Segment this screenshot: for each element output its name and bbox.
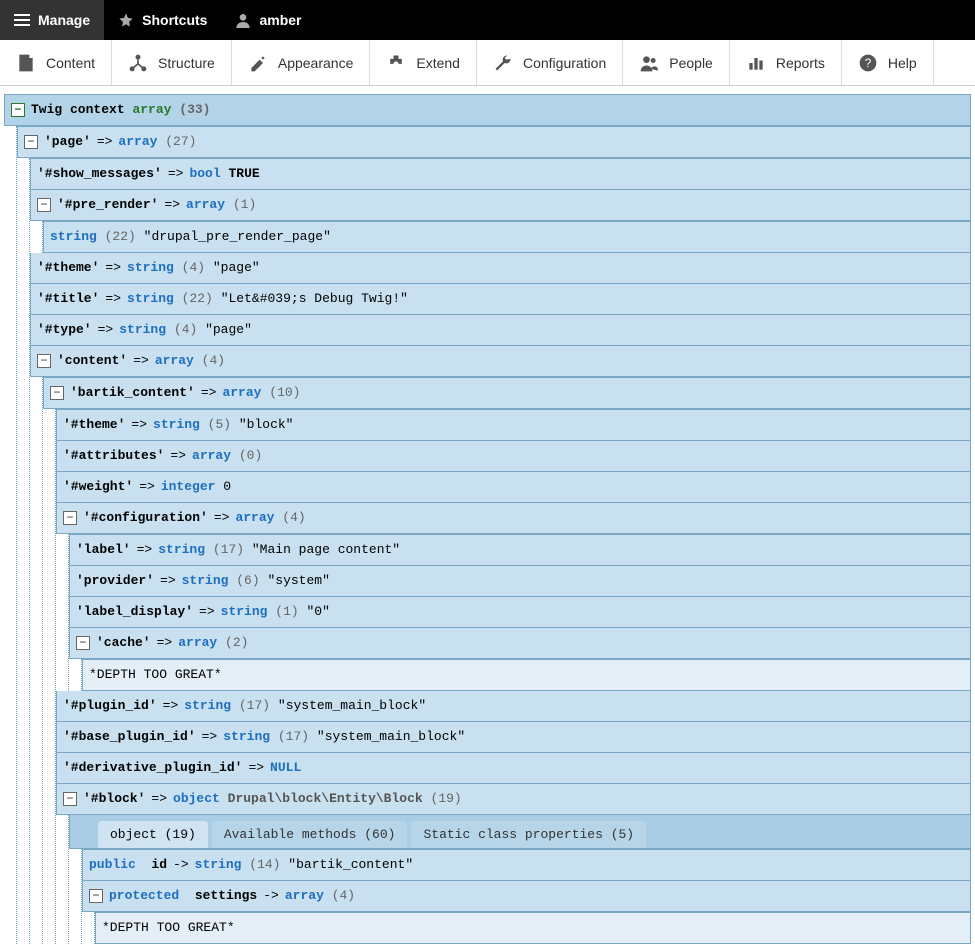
attributes-row: '#attributes'=> array (0) xyxy=(56,441,971,472)
user-label: amber xyxy=(259,12,301,28)
shortcuts-label: Shortcuts xyxy=(142,12,207,28)
topbar: Manage Shortcuts amber xyxy=(0,0,975,40)
svg-text:?: ? xyxy=(865,57,872,70)
extend-label: Extend xyxy=(416,55,460,71)
appearance-icon xyxy=(248,53,268,73)
help-icon: ? xyxy=(858,53,878,73)
collapse-icon[interactable]: − xyxy=(37,354,51,368)
collapse-icon[interactable]: − xyxy=(24,135,38,149)
root-count: (33) xyxy=(179,99,210,121)
configuration-link[interactable]: Configuration xyxy=(477,40,623,85)
structure-icon xyxy=(128,53,148,73)
cfg-labeldisp-row: 'label_display'=> string (1) "0" xyxy=(69,597,971,628)
people-label: People xyxy=(669,55,713,71)
pre-render-row[interactable]: − '#pre_render'=> array (1) xyxy=(30,190,971,221)
people-icon xyxy=(639,53,659,73)
adminbar: Content Structure Appearance Extend Conf… xyxy=(0,40,975,86)
people-link[interactable]: People xyxy=(623,40,730,85)
collapse-icon[interactable]: − xyxy=(11,103,25,117)
root-label: Twig context xyxy=(31,99,125,121)
manage-menu[interactable]: Manage xyxy=(0,0,104,40)
config-row[interactable]: − '#configuration'=> array (4) xyxy=(56,503,971,534)
base-plugin-id-row: '#base_plugin_id'=> string (17) "system_… xyxy=(56,722,971,753)
plugin-id-row: '#plugin_id'=> string (17) "system_main_… xyxy=(56,691,971,722)
obj-id-row: public id -> string (14) "bartik_content… xyxy=(82,849,971,881)
star-icon xyxy=(118,12,134,28)
derivative-row: '#derivative_plugin_id'=> NULL xyxy=(56,753,971,784)
page-row[interactable]: − 'page'=> array (27) xyxy=(17,126,971,158)
theme-row: '#theme'=> string (4) "page" xyxy=(30,253,971,284)
root-row[interactable]: − Twig context array (33) xyxy=(4,94,971,126)
reports-label: Reports xyxy=(776,55,825,71)
depth-row: *DEPTH TOO GREAT* xyxy=(82,659,971,691)
content-icon xyxy=(16,53,36,73)
structure-link[interactable]: Structure xyxy=(112,40,232,85)
content-label: Content xyxy=(46,55,95,71)
title-row: '#title'=> string (22) "Let&#039;s Debug… xyxy=(30,284,971,315)
content-row[interactable]: − 'content'=> array (4) xyxy=(30,346,971,377)
collapse-icon[interactable]: − xyxy=(76,636,90,650)
shortcuts-menu[interactable]: Shortcuts xyxy=(104,0,221,40)
cfg-provider-row: 'provider'=> string (6) "system" xyxy=(69,566,971,597)
cfg-cache-row[interactable]: − 'cache'=> array (2) xyxy=(69,628,971,659)
show-messages-row: '#show_messages'=> bool TRUE xyxy=(30,158,971,190)
bartik-row[interactable]: − 'bartik_content'=> array (10) xyxy=(43,377,971,409)
weight-row: '#weight'=> integer 0 xyxy=(56,472,971,503)
configuration-label: Configuration xyxy=(523,55,606,71)
help-link[interactable]: ? Help xyxy=(842,40,934,85)
block-row[interactable]: − '#block'=> object Drupal\block\Entity\… xyxy=(56,784,971,815)
appearance-label: Appearance xyxy=(278,55,354,71)
tab-static[interactable]: Static class properties (5) xyxy=(411,821,646,848)
depth-row-2: *DEPTH TOO GREAT* xyxy=(95,912,971,944)
structure-label: Structure xyxy=(158,55,215,71)
appearance-link[interactable]: Appearance xyxy=(232,40,371,85)
collapse-icon[interactable]: − xyxy=(63,792,77,806)
extend-link[interactable]: Extend xyxy=(370,40,477,85)
collapse-icon[interactable]: − xyxy=(37,198,51,212)
help-label: Help xyxy=(888,55,917,71)
user-menu[interactable]: amber xyxy=(221,0,315,40)
extend-icon xyxy=(386,53,406,73)
hamburger-icon xyxy=(14,12,30,28)
wrench-icon xyxy=(493,53,513,73)
cfg-label-row: 'label'=> string (17) "Main page content… xyxy=(69,534,971,566)
pre-render-value-row: string (22) "drupal_pre_render_page" xyxy=(43,221,971,253)
manage-label: Manage xyxy=(38,12,90,28)
theme-block-row: '#theme'=> string (5) "block" xyxy=(56,409,971,441)
collapse-icon[interactable]: − xyxy=(89,889,103,903)
collapse-icon[interactable]: − xyxy=(50,386,64,400)
obj-settings-row[interactable]: − protected settings -> array (4) xyxy=(82,881,971,912)
user-icon xyxy=(235,12,251,28)
object-tabs: object (19) Available methods (60) Stati… xyxy=(69,815,971,849)
root-type: array xyxy=(132,99,171,121)
collapse-icon[interactable]: − xyxy=(63,511,77,525)
reports-icon xyxy=(746,53,766,73)
debug-panel: − Twig context array (33) − 'page'=> arr… xyxy=(4,94,971,944)
tab-methods[interactable]: Available methods (60) xyxy=(212,821,408,848)
type-row: '#type'=> string (4) "page" xyxy=(30,315,971,346)
tab-object[interactable]: object (19) xyxy=(98,821,208,848)
content-link[interactable]: Content xyxy=(0,40,112,85)
reports-link[interactable]: Reports xyxy=(730,40,842,85)
